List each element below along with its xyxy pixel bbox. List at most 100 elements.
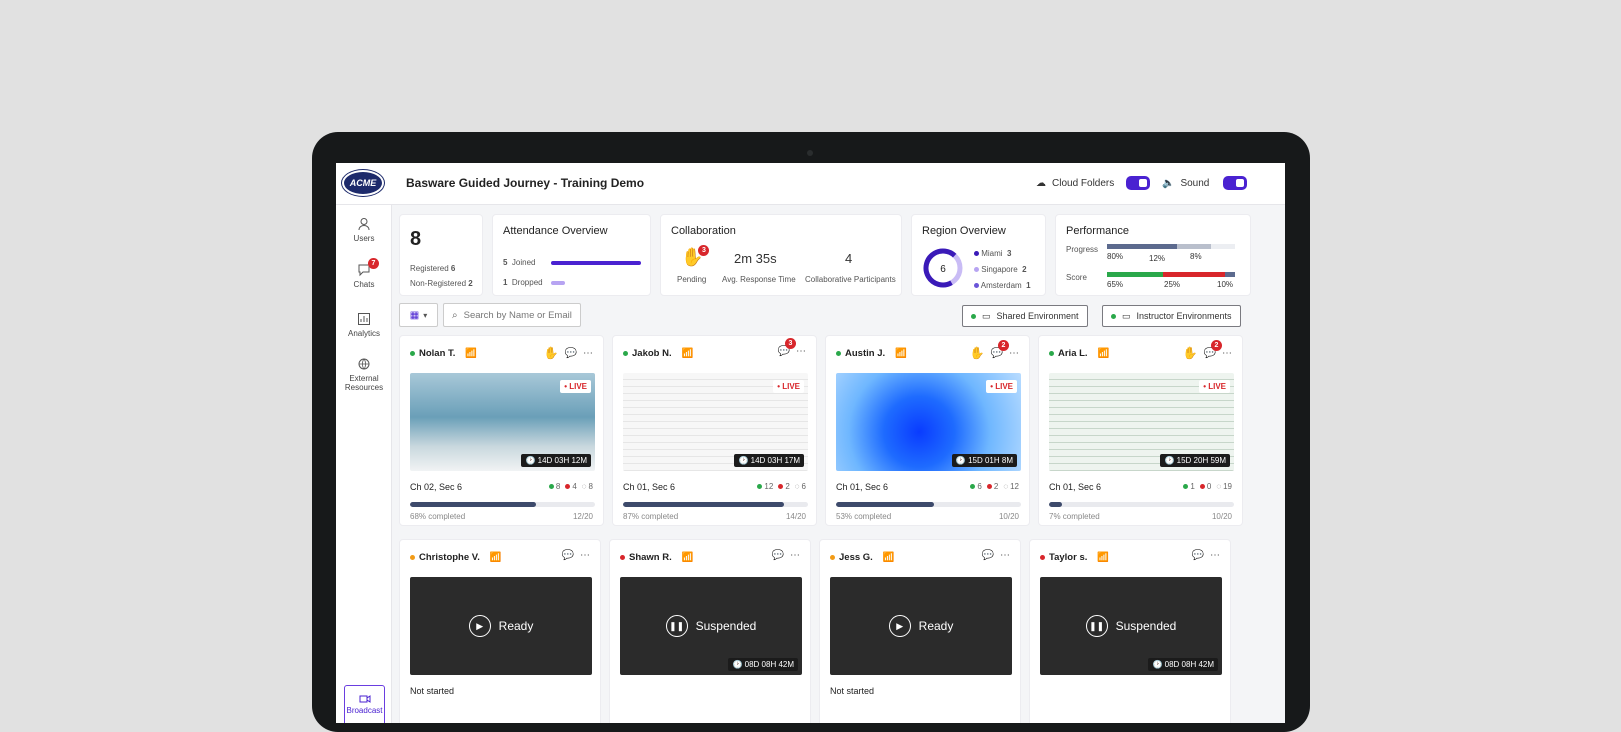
wifi-icon: 📶	[1097, 552, 1110, 563]
status-dot	[410, 555, 415, 560]
session-state-panel[interactable]: ▶ Ready	[410, 577, 592, 675]
chat-badge: 3	[785, 338, 796, 349]
analytics-icon	[358, 313, 370, 325]
performance-title: Performance	[1066, 225, 1129, 237]
success-icon	[757, 484, 763, 489]
globe-icon	[358, 358, 370, 370]
wifi-icon: 📶	[681, 552, 694, 563]
shared-environment-button[interactable]: ▭ Shared Environment	[962, 305, 1088, 327]
screen-thumbnail[interactable]: • LIVE 🕑 14D 03H 12M	[410, 373, 595, 471]
progress-c: 8%	[1190, 252, 1202, 261]
live-badge: • LIVE	[773, 380, 804, 393]
status-dot	[620, 555, 625, 560]
wifi-icon: 📶	[465, 348, 478, 359]
chat-icon[interactable]: 💬	[982, 550, 994, 561]
chapter-label: Ch 01, Sec 6	[836, 482, 889, 492]
chat-icon[interactable]: 💬	[772, 550, 784, 561]
session-state: Ready	[498, 619, 534, 633]
chat-icon[interactable]: 💬	[565, 348, 577, 359]
chat-icon[interactable]: 💬 3	[778, 338, 796, 357]
wifi-icon: 📶	[681, 348, 694, 359]
live-label: LIVE	[782, 382, 800, 391]
card-actions: 💬 ⋯	[982, 550, 1010, 561]
play-icon[interactable]: ▶	[468, 615, 491, 637]
view-toggle-button[interactable]: ▦ ▾	[399, 303, 438, 327]
student-card[interactable]: Taylor s. 📶 💬 ⋯ ❚❚ Suspended 🕑 08D 08H 4…	[1029, 539, 1231, 723]
acme-logo: ACME	[342, 170, 384, 196]
success-icon	[970, 484, 976, 489]
session-state: Ready	[918, 619, 954, 633]
task-counts: 6 2 ◌ 12	[970, 482, 1019, 491]
registered-label: Registered	[410, 264, 449, 273]
more-icon[interactable]: ⋯	[1222, 348, 1232, 359]
session-state-panel[interactable]: ▶ Ready	[830, 577, 1012, 675]
cloud-folders-toggle[interactable]	[1126, 176, 1151, 190]
sound-toggle[interactable]	[1223, 176, 1248, 190]
screen-thumbnail[interactable]: • LIVE 🕑 15D 01H 8M	[836, 373, 1021, 471]
more-icon[interactable]: ⋯	[583, 348, 593, 359]
sound-group: 🔈 Sound	[1162, 176, 1248, 190]
more-icon[interactable]: ⋯	[1000, 550, 1010, 561]
region-count: 1	[1026, 281, 1031, 290]
raised-hand-icon[interactable]: ✋	[970, 346, 985, 360]
error-icon	[565, 484, 571, 489]
instructor-environments-button[interactable]: ▭ Instructor Environments	[1102, 305, 1241, 327]
session-timer: 🕑 15D 20H 59M	[1160, 454, 1230, 467]
sidebar-item-label: Users	[353, 234, 375, 243]
play-icon[interactable]: ▶	[888, 615, 911, 637]
broadcast-button[interactable]: Broadcast	[344, 685, 385, 723]
sidebar-item-chats[interactable]: 7 Chats	[336, 258, 392, 289]
session-state-panel[interactable]: ❚❚ Suspended 🕑 08D 08H 42M	[620, 577, 802, 675]
error-icon	[778, 484, 784, 489]
card-actions: ✋ 💬 ⋯	[544, 346, 593, 360]
pause-icon[interactable]: ❚❚	[1085, 615, 1108, 637]
region-name: Miami	[981, 249, 1003, 258]
search-input[interactable]: ⌕ Search by Name or Email	[443, 303, 581, 327]
student-name: Jess G.	[839, 552, 873, 563]
sidebar-item-label: Analytics	[347, 329, 380, 338]
screen-thumbnail[interactable]: • LIVE 🕑 15D 20H 59M	[1049, 373, 1234, 471]
pending-count: 19	[1223, 482, 1232, 491]
avg-response-label: Avg. Response Time	[722, 275, 796, 284]
chat-icon[interactable]: 💬 2	[991, 339, 1009, 359]
success-count: 6	[977, 482, 982, 491]
more-icon[interactable]: ⋯	[1009, 348, 1019, 359]
student-card[interactable]: Jakob N. 📶 💬 3 ⋯ • LIVE 🕑 14D 03H 17M Ch …	[612, 335, 817, 526]
timer-value: 14D 03H 17M	[750, 456, 800, 465]
student-card[interactable]: Austin J. 📶 ✋ 💬 2 ⋯ • LIVE 🕑 15D 01H 8M C…	[825, 335, 1030, 526]
pause-icon[interactable]: ❚❚	[665, 615, 688, 637]
timer-value: 15D 20H 59M	[1176, 456, 1226, 465]
session-state-panel[interactable]: ❚❚ Suspended 🕑 08D 08H 42M	[1040, 577, 1222, 675]
sidebar-item-users[interactable]: Users	[336, 217, 392, 243]
chat-icon[interactable]: 💬	[1192, 550, 1204, 561]
sidebar: Users 7 Chats Analytics External Resourc…	[336, 205, 392, 723]
student-name: Shawn R.	[629, 552, 672, 563]
non-registered-label: Non-Registered	[410, 279, 467, 288]
task-counts: 1 0 ◌ 19	[1183, 482, 1232, 491]
sidebar-item-label: Chats	[353, 280, 375, 289]
score-stacked-bar	[1107, 272, 1235, 277]
student-card[interactable]: Jess G. 📶 💬 ⋯ ▶ Ready Not started	[819, 539, 1021, 723]
student-card[interactable]: Aria L. 📶 ✋ 💬 2 ⋯ • LIVE 🕑 15D 20H 59M Ch…	[1038, 335, 1243, 526]
online-dot	[623, 351, 628, 356]
more-icon[interactable]: ⋯	[580, 550, 590, 561]
sidebar-item-analytics[interactable]: Analytics	[336, 312, 392, 338]
student-name: Austin J.	[845, 348, 886, 359]
student-card[interactable]: Nolan T. 📶 ✋ 💬 ⋯ • LIVE 🕑 14D 03H 12M Ch…	[399, 335, 604, 526]
error-count: 0	[1206, 482, 1212, 491]
raised-hand-icon[interactable]: ✋	[544, 346, 559, 360]
chat-icon[interactable]: 💬 2	[1204, 339, 1222, 359]
progress-bar	[836, 502, 1021, 507]
student-card[interactable]: Christophe V. 📶 💬 ⋯ ▶ Ready Not started	[399, 539, 601, 723]
wifi-icon: 📶	[489, 552, 502, 563]
student-name-row: Christophe V. 📶	[410, 552, 502, 563]
student-card[interactable]: Shawn R. 📶 💬 ⋯ ❚❚ Suspended 🕑 08D 08H 42…	[609, 539, 811, 723]
screen-thumbnail[interactable]: • LIVE 🕑 14D 03H 17M	[623, 373, 808, 471]
more-icon[interactable]: ⋯	[796, 346, 806, 357]
more-icon[interactable]: ⋯	[1210, 550, 1220, 561]
raised-hand-icon[interactable]: ✋	[1183, 346, 1198, 360]
more-icon[interactable]: ⋯	[790, 550, 800, 561]
sidebar-item-external-resources[interactable]: External Resources	[336, 357, 392, 392]
chat-icon[interactable]: 💬	[562, 550, 574, 561]
card-actions: 💬 ⋯	[772, 550, 800, 561]
